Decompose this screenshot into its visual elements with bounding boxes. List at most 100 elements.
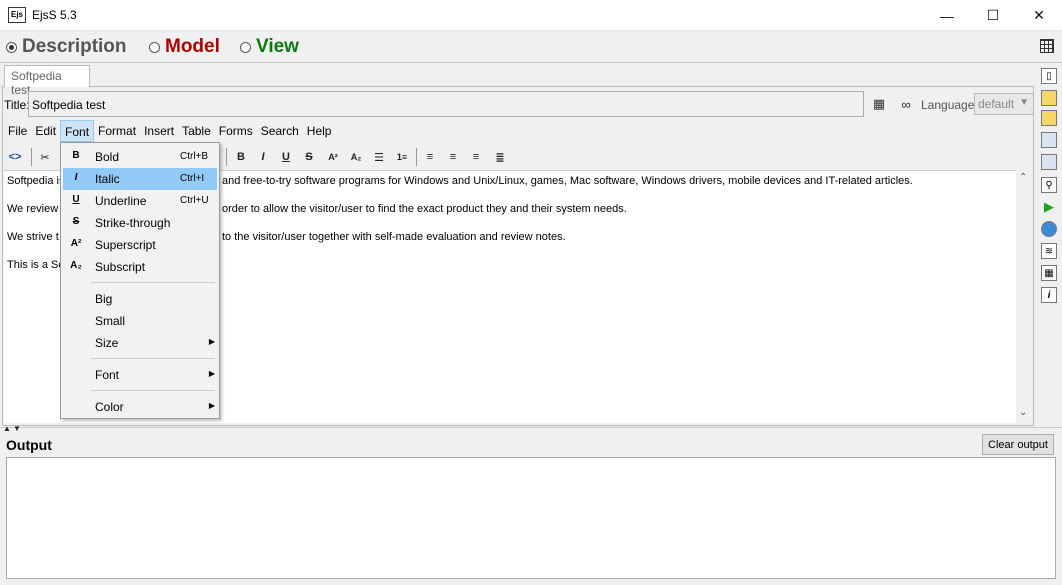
title-row: Title: Softpedia test ▦ ∞ Language: defa… [4,91,1034,117]
grid-icon[interactable] [1040,39,1054,53]
menu-help[interactable]: Help [303,120,336,142]
mode-description[interactable]: Description [6,36,127,58]
splitter-down-icon[interactable]: ▼ [13,424,21,433]
menu-format[interactable]: Format [94,120,140,142]
menu-separator [91,282,215,283]
menu-item-superscript[interactable]: A² Superscript [63,234,217,256]
strikethrough-icon[interactable]: S [300,148,318,166]
run-icon[interactable]: ▶ [1041,199,1057,215]
editor-line-4-head: This is a So [7,259,65,271]
italic-icon[interactable]: I [254,148,272,166]
align-center-icon[interactable]: ≡ [444,148,462,166]
mode-view[interactable]: View [240,36,299,58]
menu-item-label: Color [95,400,124,414]
justify-icon[interactable]: ≣ [491,148,509,166]
menu-item-small[interactable]: Small [63,310,217,332]
bold-icon[interactable]: B [232,148,250,166]
menu-item-bold[interactable]: B Bold Ctrl+B [63,146,217,168]
source-code-icon[interactable]: <> [6,148,24,166]
app-icon: Ejs [8,7,26,23]
tab-page[interactable]: Softpedia test [4,65,90,97]
submenu-arrow-icon: ▶ [208,401,215,410]
underline-icon: U [72,194,80,205]
title-field[interactable]: Softpedia test [28,91,864,117]
menu-separator [91,358,215,359]
align-left-icon[interactable]: ≡ [421,148,439,166]
numbered-list-icon[interactable]: 1≡ [393,148,411,166]
clear-output-button[interactable]: Clear output [982,434,1054,455]
mode-model[interactable]: Model [149,36,220,58]
menu-item-italic[interactable]: I Italic Ctrl+I [63,168,217,190]
new-file-icon[interactable]: ▯ [1041,68,1057,84]
menu-item-underline[interactable]: U Underline Ctrl+U [63,190,217,212]
menu-item-big[interactable]: Big [63,288,217,310]
menu-item-label: Subscript [95,260,146,274]
panel-splitter[interactable]: ▲ ▼ [0,424,1062,433]
menu-item-size[interactable]: Size ▶ [63,332,217,354]
close-button[interactable]: ✕ [1016,0,1062,31]
radio-description[interactable] [6,41,17,53]
editor-line-2-head: We review [7,203,59,215]
window-titlebar: Ejs EjsS 5.3 — ☐ ✕ [0,0,1062,31]
menu-item-label: Small [95,314,126,328]
menu-edit[interactable]: Edit [31,120,60,142]
editor-line-3-head: We strive t [7,231,59,243]
submenu-arrow-icon: ▶ [208,369,215,378]
menu-item-color[interactable]: Color ▶ [63,396,217,418]
mode-view-label: View [256,36,299,57]
menu-item-label: Underline [95,194,147,208]
chevron-up-icon[interactable]: ⌃ [1019,172,1027,183]
menu-insert[interactable]: Insert [140,120,178,142]
maximize-button[interactable]: ☐ [970,0,1016,31]
menu-item-font[interactable]: Font ▶ [63,364,217,386]
menu-item-label: Superscript [95,238,156,252]
splitter-up-icon[interactable]: ▲ [3,424,11,433]
chevron-down-icon: ▼ [1019,97,1029,108]
cut-icon[interactable]: ✂ [36,148,54,166]
menu-item-strike-through[interactable]: S Strike-through [63,212,217,234]
minimize-button[interactable]: — [924,0,970,31]
properties-icon[interactable]: ▦ [870,95,888,113]
underline-icon[interactable]: U [277,148,295,166]
toolbar-separator [226,148,227,166]
radio-model[interactable] [149,41,160,53]
align-right-icon[interactable]: ≡ [467,148,485,166]
language-select[interactable]: default ▼ [974,93,1034,115]
save-as-icon[interactable] [1041,154,1057,170]
package-icon[interactable] [1041,221,1057,237]
superscript-icon: A² [70,238,82,249]
superscript-icon[interactable]: A² [324,148,342,166]
menu-font[interactable]: Font [60,120,95,142]
link-icon[interactable]: ∞ [897,95,915,113]
layers-icon[interactable]: ≋ [1041,243,1057,259]
subscript-icon[interactable]: A₂ [347,148,365,166]
menu-item-shortcut: Ctrl+B [180,151,209,162]
menu-forms[interactable]: Forms [215,120,257,142]
search-icon[interactable]: ⚲ [1041,177,1057,193]
strikethrough-icon: S [72,216,80,227]
window-title: EjsS 5.3 [32,8,77,22]
editor-scrollbar[interactable]: ⌃ ⌄ [1016,170,1032,423]
mode-selector: Description Model View [0,31,1062,63]
bullet-list-icon[interactable]: ☰ [370,148,388,166]
toolbar-separator [416,148,417,166]
menu-search[interactable]: Search [257,120,303,142]
bold-icon: B [72,150,80,161]
menu-file[interactable]: File [4,120,31,142]
open-folder-icon[interactable] [1041,90,1057,106]
output-area[interactable] [6,457,1056,579]
menu-item-label: Big [95,292,113,306]
preferences-icon[interactable]: ▦ [1041,265,1057,281]
font-menu-dropdown: B Bold Ctrl+B I Italic Ctrl+I U Underlin… [60,142,220,419]
language-label: Language: [921,98,978,112]
menu-item-label: Bold [95,150,120,164]
menu-table[interactable]: Table [178,120,215,142]
chevron-down-icon[interactable]: ⌄ [1019,407,1027,418]
info-icon[interactable]: i [1041,287,1057,303]
open-examples-icon[interactable] [1041,110,1057,126]
editor-line-2-tail: order to allow the visitor/user to find … [222,203,627,215]
mode-description-label: Description [22,36,127,57]
save-icon[interactable] [1041,132,1057,148]
radio-view[interactable] [240,41,251,53]
menu-item-subscript[interactable]: A₂ Subscript [63,256,217,278]
